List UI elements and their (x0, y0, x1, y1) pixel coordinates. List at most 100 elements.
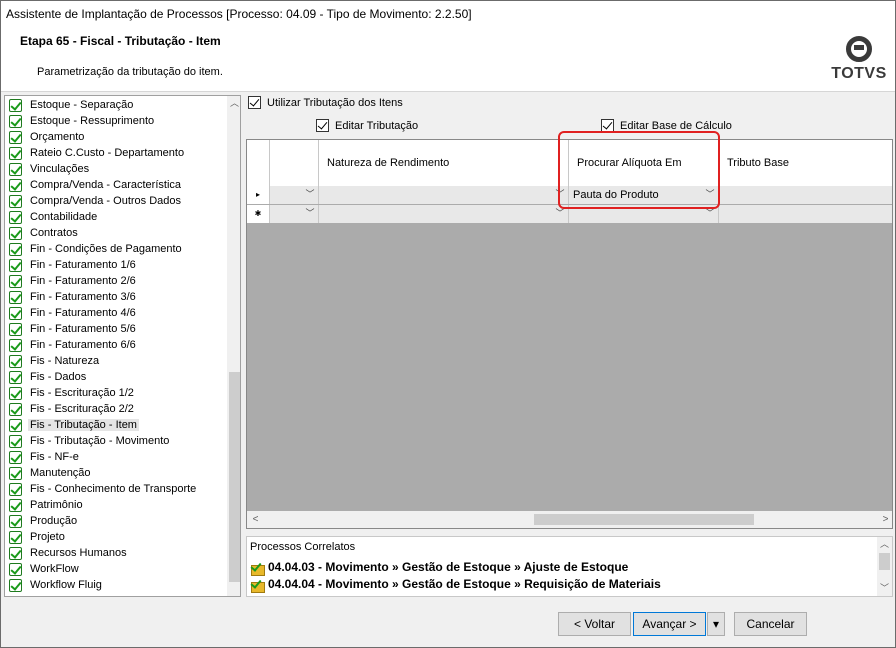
completed-check-icon (9, 243, 22, 256)
natureza-cell[interactable]: ﹀ (319, 205, 569, 223)
tree-item-label: Recursos Humanos (30, 547, 127, 559)
completed-check-icon (9, 259, 22, 272)
scroll-right-icon[interactable]: > (877, 511, 892, 528)
back-button[interactable]: < Voltar (558, 612, 631, 636)
grid-cell-dropdown[interactable]: ﹀ (270, 205, 319, 223)
grid-horizontal-scrollbar[interactable]: < > (247, 511, 892, 528)
tree-item-label: Fin - Faturamento 5/6 (30, 323, 136, 335)
completed-check-icon (9, 307, 22, 320)
tree-item-label: Fis - Tributação - Movimento (30, 435, 170, 447)
next-menu-button[interactable]: ▾ (707, 612, 725, 636)
completed-check-icon (9, 291, 22, 304)
completed-check-icon (9, 387, 22, 400)
step-title: Etapa 65 - Fiscal - Tributação - Item (20, 34, 221, 48)
tree-scrollbar[interactable]: ︿ (227, 96, 240, 596)
grid-scroll-thumb[interactable] (534, 514, 754, 525)
scroll-down-icon[interactable]: ﹀ (877, 581, 892, 596)
related-processes-title: Processos Correlatos (250, 541, 356, 553)
edit-tax-checkbox[interactable] (316, 119, 329, 132)
completed-check-icon (9, 499, 22, 512)
tree-item-label: Estoque - Ressuprimento (30, 115, 155, 127)
tree-item-label: Fis - Escrituração 1/2 (30, 387, 134, 399)
completed-check-icon (9, 179, 22, 192)
completed-check-icon (9, 195, 22, 208)
tree-item-label: Fis - Tributação - Item (28, 419, 139, 431)
steps-tree[interactable]: ︿ Estoque - Separação Estoque - Ressuprim… (4, 95, 241, 597)
completed-check-icon (9, 115, 22, 128)
use-tax-items-label: Utilizar Tributação dos Itens (267, 97, 403, 109)
tree-item-label: Fis - Escrituração 2/2 (30, 403, 134, 415)
tree-item-label: Contabilidade (30, 211, 98, 223)
completed-check-icon (9, 483, 22, 496)
process-check-icon (250, 561, 265, 576)
tree-item-label: Fis - Natureza (30, 355, 100, 367)
tree-item-label: Fis - NF-e (30, 451, 79, 463)
row-header-corner (247, 140, 270, 186)
step-header: Etapa 65 - Fiscal - Tributação - Item Pa… (1, 26, 895, 92)
scroll-up-icon[interactable]: ︿ (227, 96, 240, 111)
completed-check-icon (9, 323, 22, 336)
completed-check-icon (9, 131, 22, 144)
tree-item-label: Contratos (30, 227, 78, 239)
tree-item-label: Fin - Faturamento 2/6 (30, 275, 136, 287)
related-scroll-thumb[interactable] (879, 553, 890, 570)
tree-item-label: Fin - Faturamento 3/6 (30, 291, 136, 303)
tree-item-label: Vinculações (30, 163, 90, 175)
step-description: Parametrização da tributação do item. (37, 66, 223, 78)
window-title: Assistente de Implantação de Processos [… (1, 1, 895, 26)
edit-tax-label: Editar Tributação (335, 120, 419, 132)
tree-item-label: Fis - Dados (30, 371, 87, 383)
completed-check-icon (9, 451, 22, 464)
completed-check-icon (9, 531, 22, 544)
completed-check-icon (9, 579, 22, 592)
column-header-natureza[interactable]: Natureza de Rendimento (319, 140, 569, 186)
completed-check-icon (9, 371, 22, 384)
completed-check-icon (9, 547, 22, 560)
chevron-down-icon[interactable]: ﹀ (304, 207, 316, 220)
column-header-blank[interactable] (270, 140, 319, 186)
cancel-button[interactable]: Cancelar (734, 612, 807, 636)
completed-check-icon (9, 435, 22, 448)
tree-item-label: WorkFlow (30, 563, 79, 575)
completed-check-icon (9, 147, 22, 160)
tree-item-label: Estoque - Separação (30, 99, 134, 111)
next-button[interactable]: Avançar > (633, 612, 706, 636)
tree-item-label: Fin - Faturamento 6/6 (30, 339, 136, 351)
completed-check-icon (9, 339, 22, 352)
wizard-window: Assistente de Implantação de Processos [… (0, 0, 896, 648)
natureza-cell[interactable]: ﹀ (319, 186, 569, 204)
totvs-logo: TOTVS (831, 36, 887, 86)
tree-item-label: Fin - Condições de Pagamento (30, 243, 182, 255)
tree-scroll-thumb[interactable] (229, 372, 240, 582)
completed-check-icon (9, 467, 22, 480)
grid-cell-dropdown[interactable]: ﹀ (270, 186, 319, 204)
row-current-icon: ▸ (247, 186, 270, 204)
completed-check-icon (9, 227, 22, 240)
tree-item-label: Produção (30, 515, 78, 527)
completed-check-icon (9, 403, 22, 416)
completed-check-icon (9, 99, 22, 112)
completed-check-icon (9, 355, 22, 368)
completed-check-icon (9, 211, 22, 224)
highlight-annotation (558, 131, 720, 209)
tree-item-label: Manutenção (30, 467, 91, 479)
tributo-base-cell[interactable] (719, 186, 892, 204)
tree-item-label: Fis - Conhecimento de Transporte (30, 483, 197, 495)
chevron-down-icon[interactable]: ﹀ (304, 188, 316, 201)
column-header-tributo[interactable]: Tributo Base (719, 140, 892, 186)
tree-item-label: Projeto (30, 531, 65, 543)
totvs-logo-icon (846, 36, 872, 62)
tree-item-label: Compra/Venda - Outros Dados (30, 195, 182, 207)
scroll-up-icon[interactable]: ︿ (877, 537, 892, 552)
related-scrollbar[interactable]: ︿ ﹀ (877, 537, 892, 596)
related-processes-panel: Processos Correlatos 04.04.03 - Moviment… (246, 536, 893, 597)
tree-item-label: Fin - Faturamento 4/6 (30, 307, 136, 319)
tributo-base-cell[interactable] (719, 205, 892, 223)
tree-item-label: Workflow Fluig (30, 579, 102, 591)
tree-item-label: Orçamento (30, 131, 85, 143)
use-tax-items-checkbox[interactable] (248, 96, 261, 109)
process-check-icon (250, 578, 265, 593)
tree-item-label: Patrimônio (30, 499, 83, 511)
scroll-left-icon[interactable]: < (247, 511, 264, 528)
completed-check-icon (9, 275, 22, 288)
